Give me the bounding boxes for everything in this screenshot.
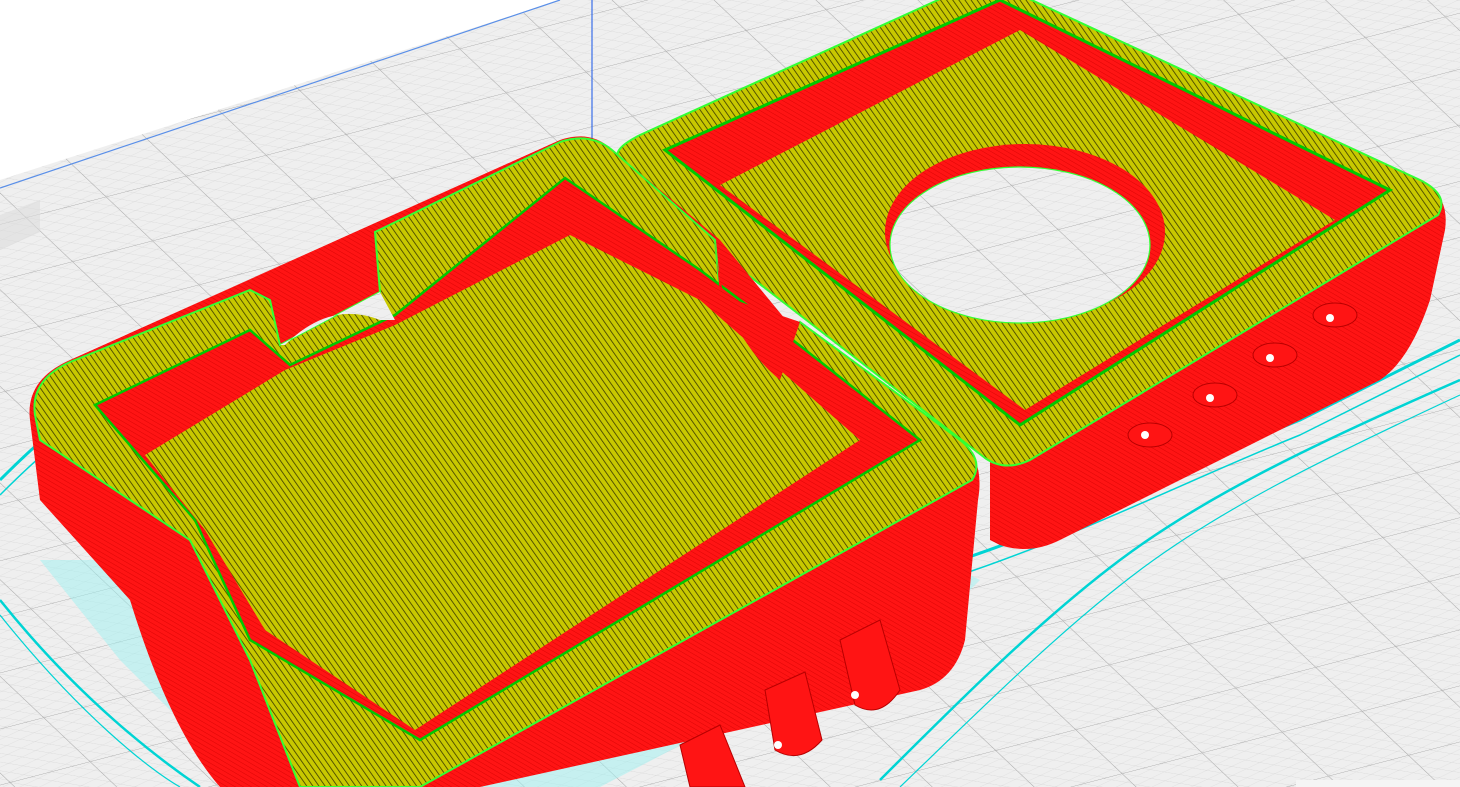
scene-canvas[interactable] (0, 0, 1460, 787)
3d-viewport[interactable]: layer-preview case-base case-lid top-cur… (0, 0, 1460, 787)
lid-knuckle-hole-4 (1326, 314, 1334, 322)
lid-knuckle-4 (1312, 302, 1358, 328)
lid-knuckle-2 (1192, 382, 1238, 408)
lid-knuckle-1 (1127, 422, 1173, 448)
base-knuckle-hole-2 (774, 741, 782, 749)
lid-knuckle-hole-1 (1141, 431, 1149, 439)
corner-panel (1296, 780, 1460, 787)
lid-knuckle-hole-3 (1266, 354, 1274, 362)
base-knuckle-hole-1 (851, 691, 859, 699)
lid-round-hole[interactable] (890, 167, 1150, 323)
lid-knuckle-hole-2 (1206, 394, 1214, 402)
lid-knuckle-3 (1252, 342, 1298, 368)
